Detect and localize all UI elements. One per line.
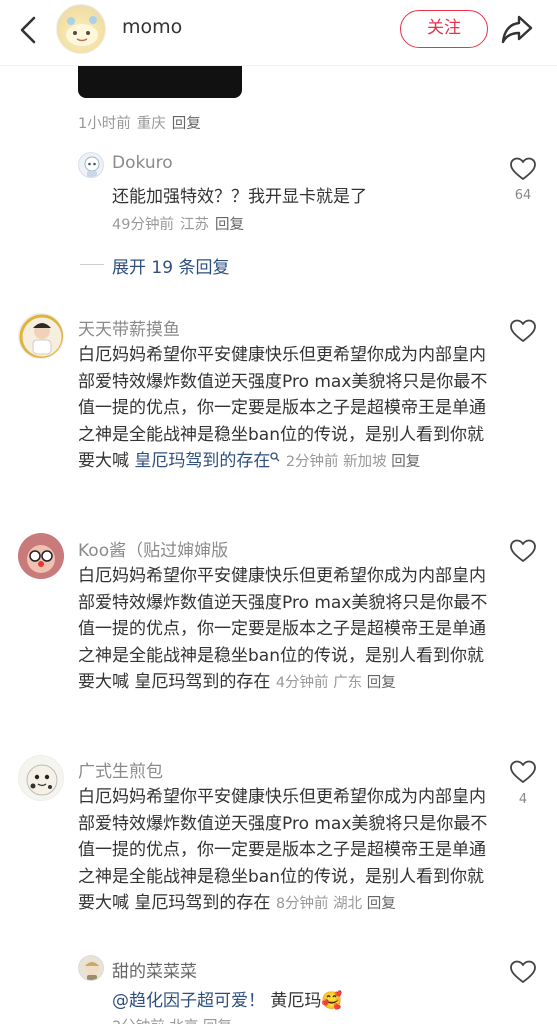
comment-text: @趋化因子超可爱！ 黄厄玛🥰: [112, 986, 343, 1011]
comment-text: 白厄妈妈希望你平安健康快乐但更希望你成为内部皇内部爱特效爆炸数值逆天强度Pro …: [78, 342, 490, 476]
like-heart-icon[interactable]: [509, 318, 537, 344]
top-bar: momo 关注: [0, 0, 557, 66]
comment-text: 白厄妈妈希望你平安健康快乐但更希望你成为内部皇内部爱特效爆炸数值逆天强度Pro …: [78, 563, 490, 697]
back-arrow-icon[interactable]: [14, 14, 42, 46]
reply-button[interactable]: 回复: [367, 896, 396, 912]
commenter-name[interactable]: 广式生煎包: [78, 757, 163, 782]
comment-meta: 4分钟前 广东 回复: [276, 675, 396, 691]
post-meta: 1小时前 重庆 回复: [78, 112, 201, 133]
mention-link[interactable]: @趋化因子超可爱！: [112, 991, 265, 1011]
emoji-sticker: 🥰: [321, 991, 343, 1011]
search-icon[interactable]: [270, 452, 280, 464]
commenter-avatar[interactable]: [78, 152, 104, 178]
commenter-name[interactable]: 甜的菜菜菜: [112, 957, 197, 982]
like-heart-icon[interactable]: [509, 959, 537, 985]
like-count: 64: [514, 188, 532, 203]
comment-location: 新加坡: [343, 454, 387, 470]
comment-time: 2分钟前: [285, 454, 339, 470]
comment-meta: 8分钟前 湖北 回复: [276, 896, 396, 912]
comment-body: 白厄妈妈希望你平安健康快乐但更希望你成为内部皇内部爱特效爆炸数值逆天强度Pro …: [78, 787, 488, 913]
reply-button[interactable]: 回复: [367, 675, 396, 691]
commenter-name[interactable]: Dokuro: [112, 153, 173, 173]
highlight-link[interactable]: 皇厄玛驾到的存在: [134, 451, 270, 471]
reply-button[interactable]: 回复: [391, 454, 420, 470]
post-reply-button[interactable]: 回复: [172, 116, 201, 132]
comment-body: 白厄妈妈希望你平安健康快乐但更希望你成为内部皇内部爱特效爆炸数值逆天强度Pro …: [78, 566, 488, 692]
post-time: 1小时前: [78, 116, 131, 132]
comment-body: 黄厄玛: [265, 991, 322, 1011]
like-heart-icon[interactable]: [509, 156, 537, 182]
like-heart-icon[interactable]: [509, 538, 537, 564]
comment-meta: 2分钟前 新加坡 回复: [286, 454, 420, 470]
comment-text: 还能加强特效？？我开显卡就是了: [112, 187, 367, 207]
follow-button[interactable]: 关注: [400, 10, 488, 48]
like-heart-icon[interactable]: [509, 759, 537, 785]
comment-location: 广东: [333, 675, 363, 691]
share-icon[interactable]: [499, 12, 535, 46]
expand-replies-button[interactable]: 展开 19 条回复: [112, 253, 229, 278]
commenter-avatar[interactable]: [78, 955, 104, 981]
like-count: 4: [518, 792, 528, 807]
comment-meta: 49分钟前 江苏 回复: [112, 213, 244, 234]
comment-location: 湖北: [333, 896, 363, 912]
comment-time: 4分钟前: [275, 675, 329, 691]
commenter-name[interactable]: Koo酱（贴过婶婶版: [78, 536, 228, 561]
comment-text: 白厄妈妈希望你平安健康快乐但更希望你成为内部皇内部爱特效爆炸数值逆天强度Pro …: [78, 784, 490, 918]
author-avatar[interactable]: [56, 4, 106, 54]
commenter-avatar[interactable]: [18, 313, 64, 359]
expand-divider: [80, 264, 104, 265]
reply-button[interactable]: 回复: [215, 217, 244, 233]
commenter-name[interactable]: 天天带薪摸鱼: [78, 315, 180, 340]
comment-time: 49分钟前: [112, 217, 174, 233]
commenter-avatar[interactable]: [18, 533, 64, 579]
media-placeholder: [78, 66, 242, 98]
comment-time: 8分钟前: [275, 896, 329, 912]
author-name[interactable]: momo: [122, 16, 182, 38]
comment-meta: 2分钟前 北京 回复: [112, 1015, 232, 1024]
post-location: 重庆: [136, 116, 166, 132]
comment-location: 江苏: [179, 217, 209, 233]
commenter-avatar[interactable]: [18, 755, 64, 801]
